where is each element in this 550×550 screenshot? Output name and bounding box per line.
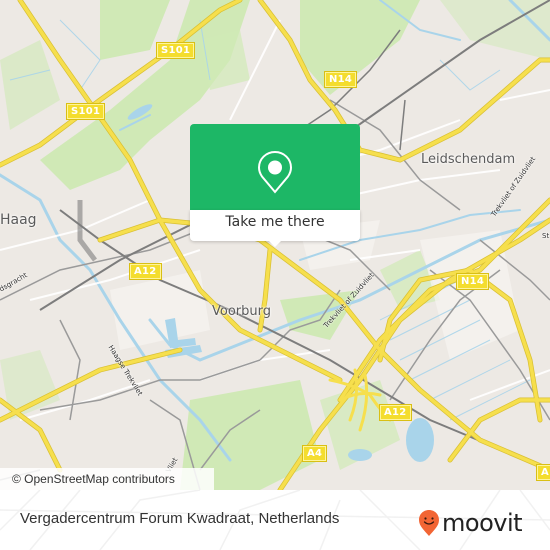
take-me-there-label[interactable]: Take me there [190,214,360,230]
moovit-pin-icon [419,510,439,536]
road-shield-n14: N14 [457,274,489,289]
road-shield-a12: A12 [537,465,550,480]
road-shield-s101: S101 [157,43,195,58]
place-label-leidschendam: Leidschendam [421,152,516,167]
road-shield-a4: A4 [303,446,327,461]
road-shield-s101: S101 [67,104,105,119]
road-shield-a12: A12 [380,405,411,420]
park-area [0,40,60,130]
road-shield-a12: A12 [130,264,161,279]
place-name: Vergadercentrum Forum Kwadraat, Netherla… [20,510,340,527]
popup-header[interactable] [190,124,360,210]
map[interactable]: S101 S101 N14 A12 N14 A12 A4 A12 Haag Le… [0,0,550,490]
popup-pointer [268,240,282,247]
road-shield-n14: N14 [325,72,357,87]
location-popup[interactable]: Take me there [190,124,360,247]
lake [406,418,434,462]
place-label-voorburg: Voorburg [212,304,271,319]
pond [348,449,372,461]
moovit-wordmark: moovit [442,509,523,537]
moovit-logo[interactable]: moovit [418,508,523,538]
footer: Vergadercentrum Forum Kwadraat, Netherla… [0,490,550,550]
location-pin-icon [257,150,293,194]
place-label-den-haag: Haag [0,212,37,228]
take-me-there-button[interactable]: Take me there [190,210,360,241]
street-label: St [542,232,550,240]
map-attribution[interactable]: © OpenStreetMap contributors [0,468,214,490]
